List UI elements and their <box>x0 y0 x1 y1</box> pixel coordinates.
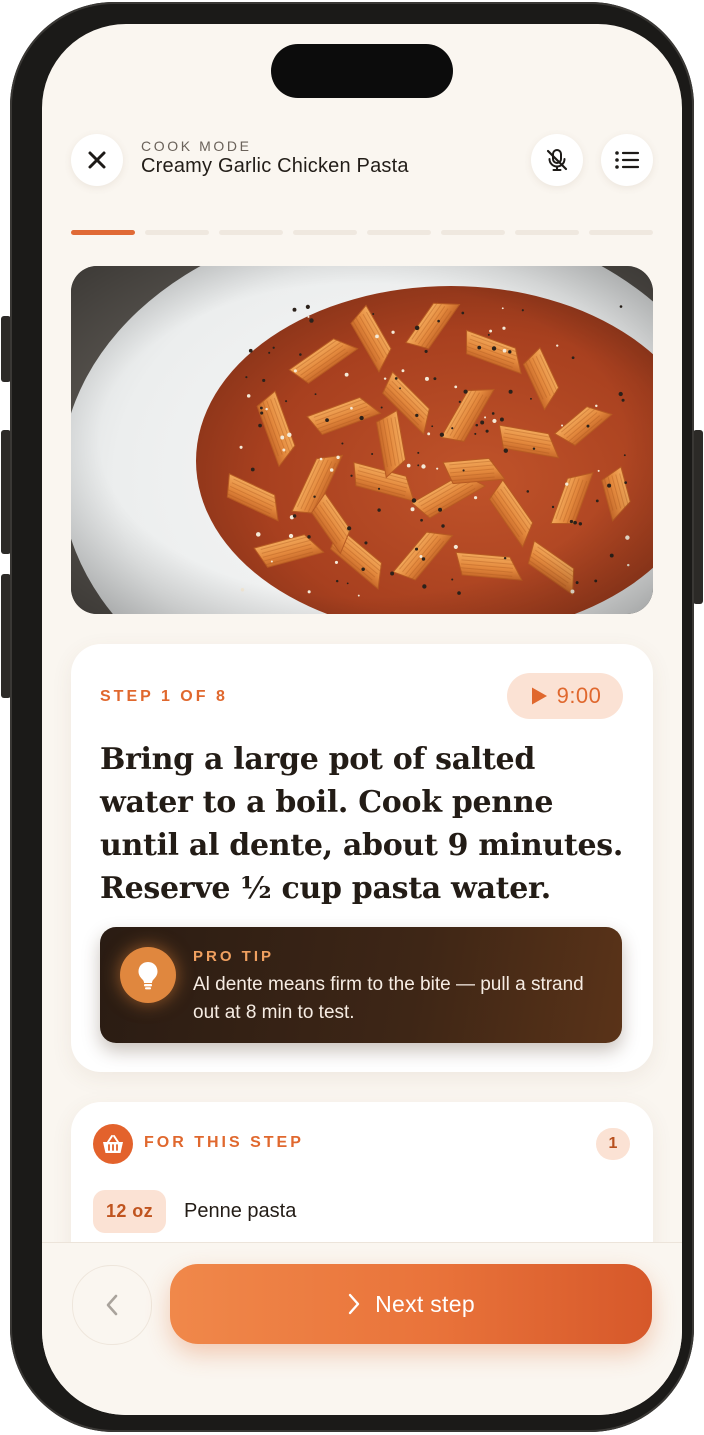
ingredient-name: Penne pasta <box>184 1200 297 1222</box>
bottom-action-bar: Next step <box>42 1242 682 1415</box>
recipe-photo <box>71 266 653 614</box>
ingredient-item: 12 oz Penne pasta <box>93 1190 296 1233</box>
step-card: STEP 1 OF 8 9:00 Bring a large pot of sa… <box>71 644 653 1072</box>
progress-segment <box>367 230 431 235</box>
chevron-left-icon <box>106 1294 118 1316</box>
ingredient-count-badge: 1 <box>596 1128 630 1160</box>
progress-segment <box>145 230 209 235</box>
basket-icon <box>103 1135 123 1153</box>
mode-eyebrow: COOK MODE <box>141 138 252 154</box>
chevron-right-icon <box>348 1293 360 1315</box>
next-step-label: Next step <box>375 1290 475 1317</box>
progress-segment <box>515 230 579 235</box>
progress-segment <box>293 230 357 235</box>
step-timer-button[interactable]: 9:00 <box>507 673 623 719</box>
tip-label: PRO TIP <box>193 948 275 965</box>
pro-tip-callout: PRO TIP Al dente means firm to the bite … <box>100 927 622 1043</box>
mic-off-icon <box>546 149 568 171</box>
tip-text: Al dente means firm to the bite — pull a… <box>193 974 584 1023</box>
steps-list-button[interactable] <box>601 134 653 186</box>
step-instruction: Bring a large pot of salted water to a b… <box>100 742 624 906</box>
step-counter: STEP 1 OF 8 <box>100 688 228 705</box>
ingredient-quantity: 12 oz <box>93 1190 167 1233</box>
progress-segment <box>219 230 283 235</box>
lightbulb-icon <box>138 962 158 990</box>
next-step-button[interactable]: Next step <box>170 1264 652 1344</box>
ingredients-heading: FOR THIS STEP <box>144 1134 304 1151</box>
list-icon <box>615 151 640 169</box>
recipe-title: Creamy Garlic Chicken Pasta <box>141 155 409 177</box>
progress-segment <box>71 230 135 235</box>
mute-voice-button[interactable] <box>531 134 583 186</box>
power-button <box>693 430 703 604</box>
dynamic-island <box>271 44 453 98</box>
basket-icon-badge <box>93 1124 133 1164</box>
step-progress <box>71 230 653 235</box>
play-icon <box>531 687 547 705</box>
phone-frame: COOK MODE Creamy Garlic Chicken Pasta ST… <box>10 2 694 1432</box>
tip-icon-badge <box>120 947 176 1003</box>
previous-step-button[interactable] <box>72 1265 152 1345</box>
progress-segment <box>589 230 653 235</box>
pasta-illustration <box>71 266 653 614</box>
progress-segment <box>441 230 505 235</box>
close-icon <box>88 151 106 169</box>
close-button[interactable] <box>71 134 123 186</box>
screen: COOK MODE Creamy Garlic Chicken Pasta ST… <box>42 24 682 1415</box>
timer-value: 9:00 <box>556 683 602 708</box>
